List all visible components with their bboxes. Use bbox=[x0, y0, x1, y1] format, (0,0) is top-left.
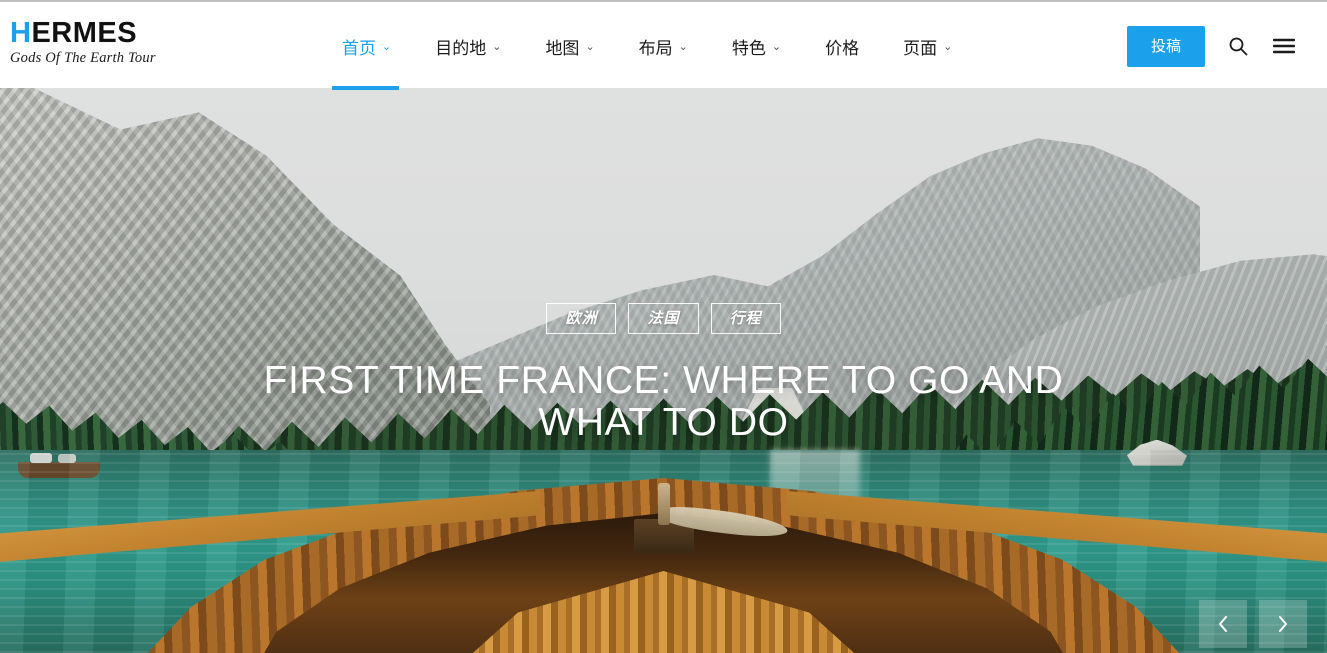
nav-label: 地图 bbox=[545, 38, 580, 58]
nav-label: 页面 bbox=[903, 38, 938, 58]
nav-item-layouts[interactable]: 布局 ⌄ bbox=[617, 2, 710, 90]
chevron-down-icon: ⌄ bbox=[585, 40, 595, 53]
hero-tag-europe[interactable]: 欧洲 bbox=[546, 303, 617, 335]
chevron-down-icon: ⌄ bbox=[382, 40, 392, 53]
nav-item-pages[interactable]: 页面 ⌄ bbox=[881, 2, 974, 90]
nav-label: 价格 bbox=[825, 38, 860, 58]
chevron-down-icon: ⌄ bbox=[943, 40, 953, 53]
hero-tag-list: 欧洲 法国 行程 bbox=[546, 303, 781, 335]
nav-label: 首页 bbox=[342, 38, 376, 58]
hero-slider: 欧洲 法国 行程 FIRST TIME FRANCE: WHERE TO GO … bbox=[0, 88, 1327, 653]
nav-item-maps[interactable]: 地图 ⌄ bbox=[523, 2, 616, 90]
chevron-down-icon: ⌄ bbox=[492, 40, 502, 53]
brand-rest: ERMES bbox=[31, 17, 138, 49]
chevron-down-icon: ⌄ bbox=[678, 40, 688, 53]
brand-name: HERMES bbox=[10, 18, 300, 48]
submit-post-button[interactable]: 投稿 bbox=[1126, 25, 1205, 67]
header-actions: 投稿 bbox=[1126, 2, 1297, 90]
slider-next-button[interactable] bbox=[1259, 600, 1307, 648]
nav-label: 特色 bbox=[731, 38, 766, 58]
slider-navigation bbox=[1199, 600, 1307, 648]
brand-initial: H bbox=[10, 17, 32, 49]
site-header: HERMES Gods Of The Earth Tour 首页 ⌄ 目的地 ⌄… bbox=[0, 0, 1327, 90]
brand-logo[interactable]: HERMES Gods Of The Earth Tour bbox=[10, 18, 300, 67]
slider-prev-button[interactable] bbox=[1199, 600, 1247, 648]
hero-tag-france[interactable]: 法国 bbox=[628, 303, 699, 335]
nav-label: 目的地 bbox=[435, 38, 487, 58]
hero-title[interactable]: FIRST TIME FRANCE: WHERE TO GO AND WHAT … bbox=[264, 360, 1064, 443]
page-root: HERMES Gods Of The Earth Tour 首页 ⌄ 目的地 ⌄… bbox=[0, 0, 1327, 653]
nav-item-destinations[interactable]: 目的地 ⌄ bbox=[413, 2, 523, 90]
brand-tagline: Gods Of The Earth Tour bbox=[10, 50, 156, 67]
nav-item-pricing[interactable]: 价格 bbox=[803, 2, 881, 90]
nav-item-home[interactable]: 首页 ⌄ bbox=[332, 2, 413, 90]
main-navigation: 首页 ⌄ 目的地 ⌄ 地图 ⌄ 布局 ⌄ 特色 ⌄ 价格 页面 ⌄ bbox=[332, 2, 974, 90]
nav-item-features[interactable]: 特色 ⌄ bbox=[710, 2, 803, 90]
search-icon[interactable] bbox=[1225, 33, 1251, 59]
chevron-down-icon: ⌄ bbox=[771, 40, 782, 53]
hero-tag-itinerary[interactable]: 行程 bbox=[710, 303, 781, 335]
nav-label: 布局 bbox=[638, 38, 673, 58]
hero-overlay-content: 欧洲 法国 行程 FIRST TIME FRANCE: WHERE TO GO … bbox=[0, 88, 1327, 653]
hamburger-menu-icon[interactable] bbox=[1271, 33, 1297, 59]
